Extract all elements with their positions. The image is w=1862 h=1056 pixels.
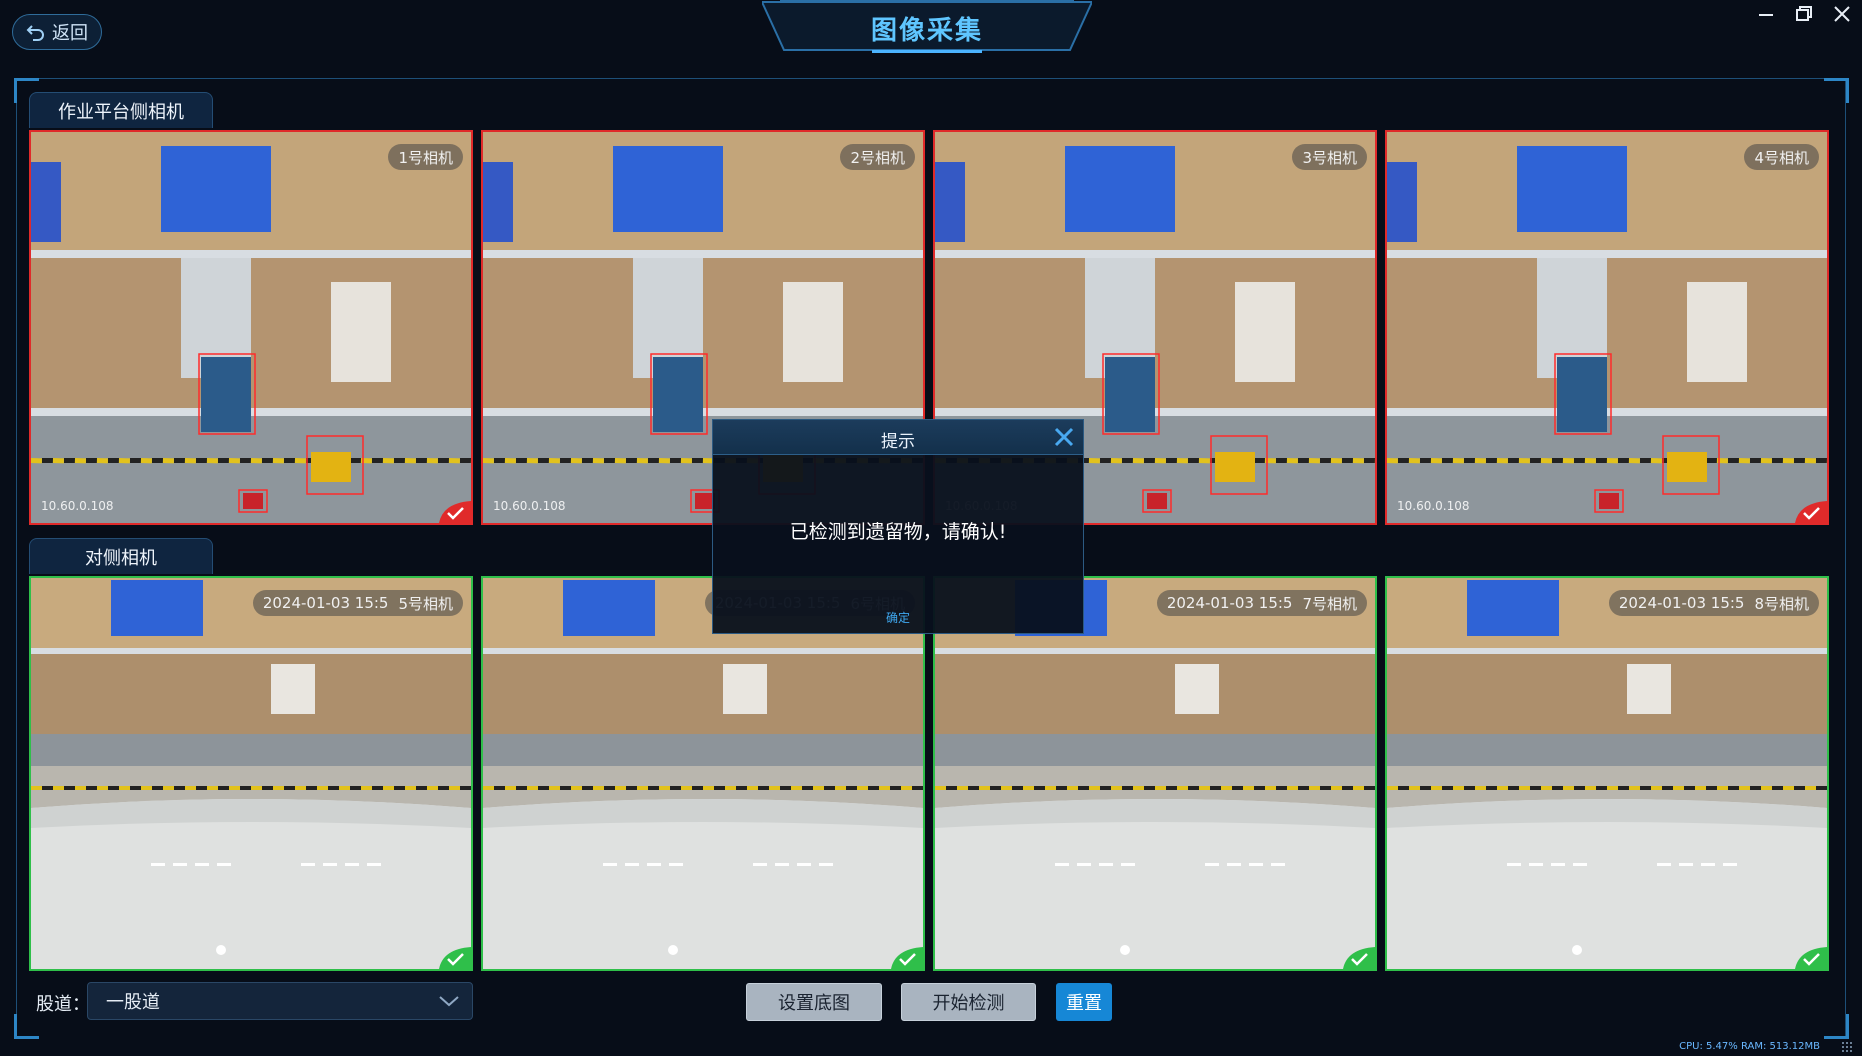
camera-name: 1号相机 <box>398 148 453 167</box>
camera-feed-image <box>935 578 1375 969</box>
chevron-down-icon <box>439 996 459 1007</box>
check-icon <box>1795 501 1827 523</box>
camera-tile[interactable]: 2024-01-03 15:5 7号相机 <box>933 576 1377 971</box>
close-window-icon[interactable] <box>1832 4 1852 24</box>
camera-label: 2024-01-03 15:5 8号相机 <box>1608 590 1819 616</box>
camera-feed-image <box>1387 578 1827 969</box>
camera-timestamp: 2024-01-03 15:5 <box>1618 594 1745 612</box>
section-label: 作业平台侧相机 <box>58 101 184 123</box>
confirm-button[interactable]: 确定 <box>713 609 1083 626</box>
reset-button[interactable]: 重置 <box>1056 983 1112 1021</box>
camera-tile[interactable]: 1号相机 10.60.0.108 <box>29 130 473 525</box>
set-baseline-label: 设置底图 <box>778 993 850 1014</box>
lane-value: 一股道 <box>106 992 160 1013</box>
frame-corner-br <box>1824 1014 1849 1039</box>
camera-ip: 10.60.0.108 <box>493 499 566 513</box>
page-title: 图像采集 <box>870 16 983 46</box>
resize-grip-icon[interactable] <box>1842 1042 1856 1052</box>
minimize-icon[interactable] <box>1756 4 1776 24</box>
camera-name: 5号相机 <box>398 594 453 613</box>
camera-name: 7号相机 <box>1302 594 1357 613</box>
title-plate: 图像采集 <box>762 0 1092 55</box>
window-controls <box>1756 4 1852 24</box>
camera-feed-image <box>1387 132 1827 523</box>
camera-feed-image <box>483 578 923 969</box>
undo-arrow-icon <box>26 25 44 41</box>
camera-label: 2024-01-03 15:5 5号相机 <box>252 590 463 616</box>
close-icon[interactable] <box>1053 426 1075 448</box>
frame-corner-tr <box>1824 78 1849 103</box>
check-icon <box>439 501 471 523</box>
back-label: 返回 <box>52 23 88 44</box>
frame-left-line <box>16 78 17 1036</box>
camera-timestamp: 2024-01-03 15:5 <box>1166 594 1293 612</box>
set-baseline-button[interactable]: 设置底图 <box>746 983 882 1021</box>
check-icon <box>439 947 471 969</box>
camera-feed-image <box>31 578 471 969</box>
section-tab-opposite-side: 对侧相机 <box>29 538 213 574</box>
camera-tile[interactable]: 4号相机 10.60.0.108 <box>1385 130 1829 525</box>
resource-status: CPU: 5.47% RAM: 513.12MB <box>1679 1041 1820 1052</box>
camera-name: 2号相机 <box>850 148 905 167</box>
camera-name: 8号相机 <box>1754 594 1809 613</box>
check-icon <box>1343 947 1375 969</box>
camera-timestamp: 2024-01-03 15:5 <box>262 594 389 612</box>
camera-label: 3号相机 <box>1292 144 1367 170</box>
camera-label: 2024-01-03 15:5 7号相机 <box>1156 590 1367 616</box>
camera-tile[interactable]: 2024-01-03 15:5 5号相机 <box>29 576 473 971</box>
camera-tile[interactable]: 2024-01-03 15:5 8号相机 <box>1385 576 1829 971</box>
alert-dialog: 提示 已检测到遗留物，请确认! 确定 <box>712 419 1084 634</box>
title-bar: 返回 图像采集 <box>0 0 1862 60</box>
lane-select[interactable]: 一股道 <box>87 982 473 1020</box>
start-detect-label: 开始检测 <box>932 993 1005 1014</box>
camera-tile[interactable]: 2024-01-03 15:56号相机 <box>481 576 925 971</box>
frame-corner-bl <box>14 1014 39 1039</box>
dialog-header: 提示 <box>713 420 1083 455</box>
back-button[interactable]: 返回 <box>12 14 102 50</box>
camera-name: 3号相机 <box>1302 148 1357 167</box>
dialog-message: 已检测到遗留物，请确认! <box>789 521 1007 543</box>
camera-label: 2号相机 <box>840 144 915 170</box>
restore-icon[interactable] <box>1794 4 1814 24</box>
camera-feed-image <box>31 132 471 523</box>
reset-label: 重置 <box>1066 993 1102 1014</box>
section-label: 对侧相机 <box>85 547 157 569</box>
dialog-title: 提示 <box>881 432 915 452</box>
camera-label: 1号相机 <box>388 144 463 170</box>
check-icon <box>1795 947 1827 969</box>
camera-ip: 10.60.0.108 <box>1397 499 1470 513</box>
section-tab-platform-side: 作业平台侧相机 <box>29 92 213 128</box>
camera-name: 4号相机 <box>1754 148 1809 167</box>
lane-label: 股道： <box>36 994 90 1015</box>
camera-label: 4号相机 <box>1744 144 1819 170</box>
check-icon <box>891 947 923 969</box>
start-detect-button[interactable]: 开始检测 <box>901 983 1036 1021</box>
camera-ip: 10.60.0.108 <box>41 499 114 513</box>
frame-top-line <box>16 78 1846 79</box>
frame-right-line <box>1845 78 1846 1036</box>
